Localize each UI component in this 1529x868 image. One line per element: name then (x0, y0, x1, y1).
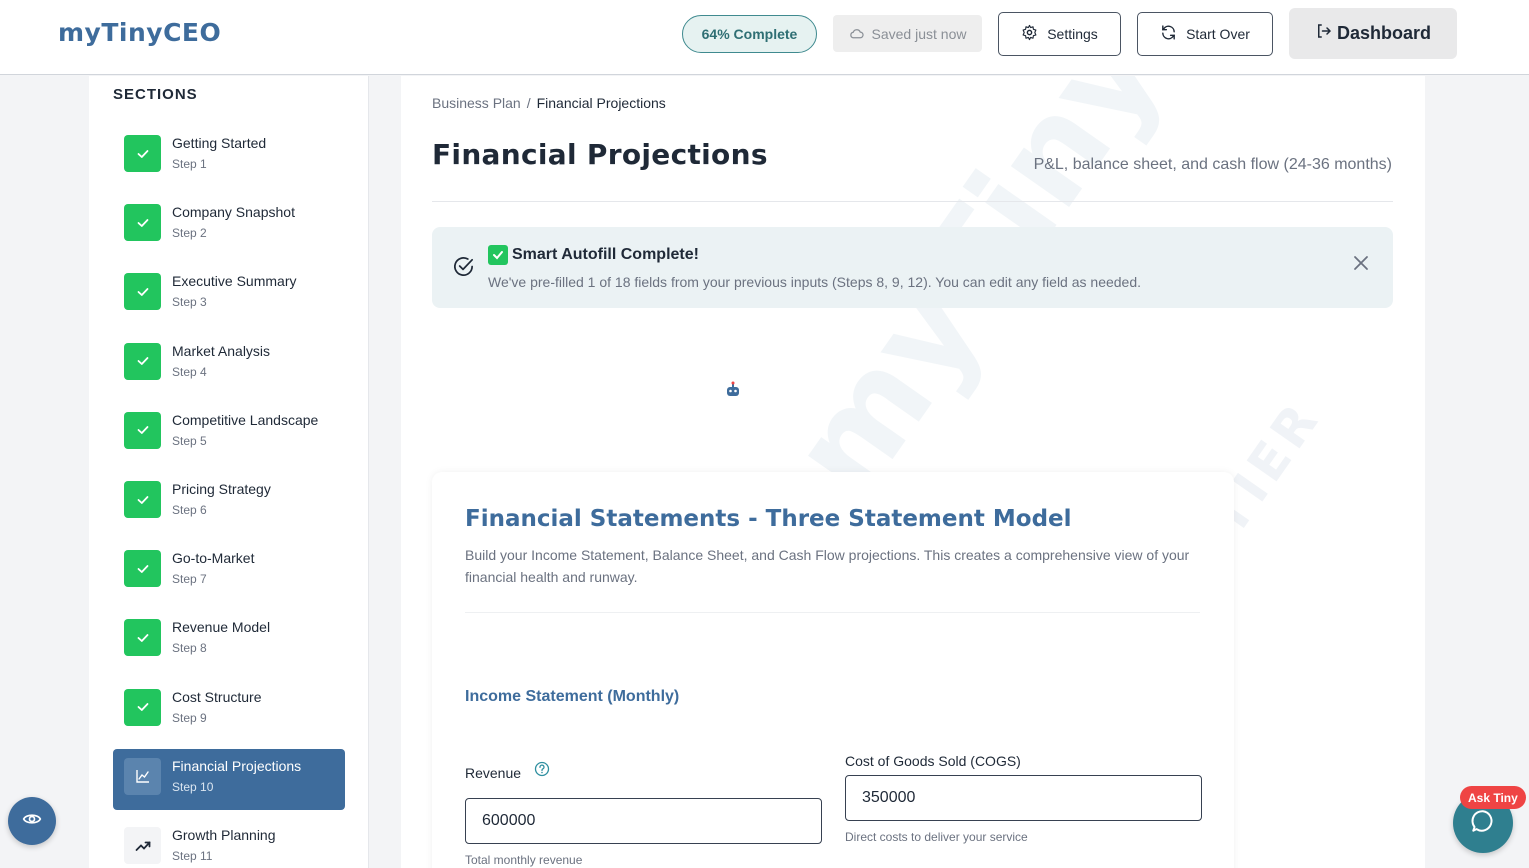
check-icon (124, 550, 161, 588)
page-title: Financial Projections (432, 138, 768, 171)
start-over-button[interactable]: Start Over (1137, 12, 1273, 56)
sidebar-item-label: Company Snapshot (172, 204, 295, 221)
page-subtitle: P&L, balance sheet, and cash flow (24-36… (1033, 156, 1392, 173)
sidebar-item-pricing-strategy[interactable]: Pricing Strategy Step 6 (113, 472, 345, 533)
sidebar-item-growth-planning[interactable]: Growth Planning Step 11 (113, 818, 345, 868)
sidebar-item-step: Step 1 (172, 157, 207, 171)
autofill-alert: Smart Autofill Complete! We've pre-fille… (432, 227, 1393, 308)
card-description: Build your Income Statement, Balance She… (465, 547, 1190, 585)
eye-icon (22, 809, 42, 834)
check-icon (124, 342, 161, 380)
alert-title-row: Smart Autofill Complete! (488, 245, 699, 265)
check-mark-icon (488, 245, 508, 265)
refresh-icon (1160, 24, 1177, 44)
gear-icon (1021, 24, 1038, 44)
sidebar-item-label: Cost Structure (172, 688, 262, 705)
sidebar-item-label: Market Analysis (172, 342, 271, 359)
breadcrumb-root[interactable]: Business Plan (432, 95, 521, 111)
cogs-help: Direct costs to deliver your service (845, 830, 1028, 844)
card-divider (465, 612, 1200, 613)
close-icon[interactable] (1353, 255, 1369, 276)
sidebar-item-step: Step 4 (172, 364, 207, 379)
cloud-icon (849, 26, 864, 42)
preview-button[interactable] (8, 797, 56, 845)
revenue-help: Total monthly revenue (465, 853, 583, 867)
check-icon (124, 481, 161, 518)
check-icon (124, 619, 161, 657)
sidebar-item-getting-started[interactable]: Getting Started Step 1 (113, 126, 345, 187)
sidebar-item-label: Revenue Model (172, 619, 271, 636)
main-content: myTinyCEO FREE TIER Business Plan/Financ… (401, 76, 1425, 868)
revenue-input[interactable] (465, 798, 822, 844)
breadcrumb-separator: / (526, 95, 531, 111)
ask-tiny-badge[interactable]: Ask Tiny (1460, 786, 1526, 809)
sidebar-item-step: Step 8 (172, 641, 207, 656)
check-icon (124, 204, 161, 242)
sidebar-item-revenue-model[interactable]: Revenue Model Step 8 (113, 610, 345, 671)
sidebar-item-competitive-landscape[interactable]: Competitive Landscape Step 5 (113, 403, 345, 464)
breadcrumb-current: Financial Projections (536, 95, 666, 111)
help-icon[interactable] (534, 761, 550, 782)
sidebar-item-step: Step 6 (172, 503, 207, 517)
card-title: Financial Statements - Three Statement M… (465, 506, 1072, 532)
app-logo[interactable]: myTinyCEO (58, 18, 221, 47)
sidebar-item-step: Step 11 (172, 849, 213, 863)
sidebar-item-step: Step 2 (172, 226, 207, 241)
sidebar-item-label: Growth Planning (172, 827, 276, 843)
dashboard-button[interactable]: Dashboard (1289, 8, 1457, 59)
sidebar-item-financial-projections[interactable]: Financial Projections Step 10 (113, 748, 345, 810)
sidebar-item-market-analysis[interactable]: Market Analysis Step 4 (113, 334, 345, 395)
sections-sidebar: SECTIONS Getting Started Step 1 Company Sn… (89, 76, 369, 868)
exit-icon (1315, 22, 1333, 45)
breadcrumb: Business Plan / Financial Projections (432, 95, 666, 111)
sidebar-title: SECTIONS (113, 86, 198, 103)
sidebar-item-label: Financial Projections (172, 757, 302, 774)
sidebar-item-label: Getting Started (172, 135, 267, 151)
robot-icon (724, 381, 742, 404)
financial-statements-card: Financial Statements - Three Statement M… (432, 472, 1234, 868)
sidebar-item-label: Pricing Strategy (172, 481, 271, 497)
check-icon (124, 273, 161, 311)
cogs-label: Cost of Goods Sold (COGS) (845, 753, 1021, 769)
check-circle-icon (452, 255, 475, 283)
line-chart-icon (124, 757, 161, 795)
sidebar-item-label: Executive Summary (172, 273, 297, 290)
sidebar-item-step: Step 10 (172, 779, 214, 794)
sidebar-item-go-to-market[interactable]: Go-to-Market Step 7 (113, 541, 345, 602)
revenue-label: Revenue (465, 765, 522, 781)
divider (432, 201, 1393, 202)
check-icon (124, 411, 161, 449)
chat-icon (1470, 808, 1496, 839)
alert-message: We've pre-filled 1 of 18 fields from you… (488, 274, 1142, 290)
sidebar-item-executive-summary[interactable]: Executive Summary Step 3 (113, 264, 345, 325)
start-over-label: Start Over (1186, 26, 1250, 42)
save-status: Saved just now (833, 15, 982, 52)
sidebar-item-step: Step 5 (172, 433, 207, 448)
top-header: myTinyCEO 64% Complete Saved just now Se… (0, 0, 1529, 75)
sidebar-item-cost-structure[interactable]: Cost Structure Step 9 (113, 680, 345, 741)
sidebar-item-step: Step 3 (172, 295, 207, 310)
dashboard-label: Dashboard (1336, 23, 1432, 43)
sidebar-item-label: Go-to-Market (172, 550, 255, 567)
settings-button[interactable]: Settings (998, 12, 1121, 56)
sidebar-item-label: Competitive Landscape (172, 411, 319, 428)
check-icon (124, 135, 161, 172)
income-statement-heading: Income Statement (Monthly) (465, 688, 680, 705)
alert-title: Smart Autofill Complete! (512, 246, 699, 263)
check-icon (124, 688, 161, 726)
trending-up-icon (124, 827, 161, 864)
sidebar-item-step: Step 7 (172, 572, 207, 587)
sidebar-item-company-snapshot[interactable]: Company Snapshot Step 2 (113, 195, 345, 256)
progress-badge: 64% Complete (682, 15, 817, 53)
sidebar-item-step: Step 9 (172, 710, 207, 725)
save-status-label: Saved just now (871, 25, 967, 42)
settings-label: Settings (1047, 26, 1098, 42)
cogs-input[interactable] (845, 775, 1202, 821)
